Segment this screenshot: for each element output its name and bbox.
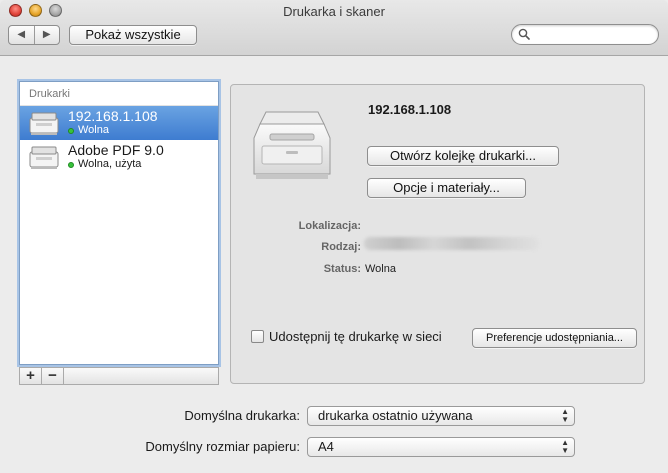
default-paper-label: Domyślny rozmiar papieru: — [145, 439, 300, 454]
select-arrows-icon: ▲ ▼ — [561, 438, 569, 455]
options-supplies-button[interactable]: Opcje i materiały... — [367, 178, 526, 198]
printer-list: Drukarki 192.168.1.108 Wolna Adobe PDF 9… — [19, 81, 219, 365]
default-printer-label: Domyślna drukarka: — [184, 408, 300, 423]
printer-large-icon — [253, 111, 331, 179]
printer-icon — [29, 146, 59, 169]
printer-name: Adobe PDF 9.0 — [68, 142, 164, 158]
kind-value-redacted — [364, 237, 539, 250]
search-icon — [518, 28, 530, 40]
window-toolbar: Drukarka i skaner ◀ ▶ Pokaż wszystkie — [0, 0, 668, 56]
status-dot-icon — [68, 128, 74, 134]
printer-status: Wolna — [78, 124, 109, 136]
search-input[interactable] — [532, 27, 652, 42]
printer-title: 192.168.1.108 — [368, 102, 452, 117]
default-printer-select[interactable]: drukarka ostatnio używana ▲ ▼ — [307, 406, 575, 426]
printer-list-header: Drukarki — [20, 82, 218, 106]
printer-list-item[interactable]: 192.168.1.108 Wolna — [20, 106, 218, 140]
printer-status: Wolna, użyta — [78, 158, 142, 170]
back-forward-control: ◀ ▶ — [8, 25, 60, 45]
status-value: Wolna — [365, 263, 396, 275]
open-print-queue-button[interactable]: Otwórz kolejkę drukarki... — [367, 146, 559, 166]
window-title: Drukarka i skaner — [283, 4, 385, 19]
add-printer-button[interactable]: + — [20, 368, 42, 384]
status-label: Status: — [323, 263, 361, 275]
kind-label: Rodzaj: — [321, 241, 361, 253]
printer-list-item[interactable]: Adobe PDF 9.0 Wolna, użyta — [20, 140, 218, 174]
status-dot-icon — [68, 162, 74, 168]
default-paper-select[interactable]: A4 ▲ ▼ — [307, 437, 575, 457]
location-label: Lokalizacja: — [298, 220, 361, 232]
printer-name: 192.168.1.108 — [68, 108, 158, 124]
back-icon[interactable]: ◀ — [9, 26, 34, 44]
remove-printer-button[interactable]: − — [42, 368, 64, 384]
printer-icon — [29, 112, 59, 135]
share-printer-checkbox[interactable] — [251, 330, 264, 343]
default-paper-value: A4 — [318, 439, 334, 454]
printer-details-panel: 192.168.1.108 Otwórz kolejkę drukarki...… — [230, 84, 645, 384]
forward-icon[interactable]: ▶ — [33, 26, 60, 44]
share-printer-label: Udostępnij tę drukarkę w sieci — [269, 329, 442, 344]
select-arrows-icon: ▲ ▼ — [561, 407, 569, 424]
show-all-button[interactable]: Pokaż wszystkie — [69, 25, 197, 45]
default-printer-value: drukarka ostatnio używana — [318, 408, 473, 423]
add-remove-bar: + − — [19, 367, 219, 385]
search-field[interactable] — [511, 24, 659, 45]
sharing-preferences-button[interactable]: Preferencje udostępniania... — [472, 328, 637, 348]
